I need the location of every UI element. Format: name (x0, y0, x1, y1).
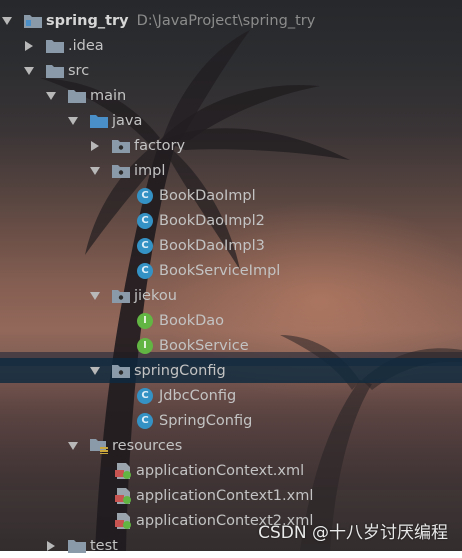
tree-row-class[interactable]: C SpringConfig (0, 408, 462, 433)
tree-row-class[interactable]: C BookDaoImpl2 (0, 208, 462, 233)
package-label: jiekou (134, 287, 177, 304)
package-label: factory (134, 137, 186, 154)
tree-row-impl[interactable]: impl (0, 158, 462, 183)
tree-row-interface[interactable]: I BookService (0, 333, 462, 358)
interface-icon: I (137, 337, 153, 354)
expanded-arrow-icon[interactable] (68, 441, 78, 451)
expanded-arrow-icon[interactable] (90, 291, 100, 301)
package-icon (112, 288, 130, 304)
class-icon: C (137, 412, 153, 429)
expanded-arrow-icon[interactable] (90, 366, 100, 376)
spring-xml-file-icon (114, 512, 132, 529)
package-label: springConfig (134, 362, 226, 379)
folder-label: resources (112, 437, 183, 454)
tree-row-java[interactable]: java (0, 108, 462, 133)
folder-icon (46, 63, 64, 79)
folder-label: .idea (68, 37, 104, 54)
file-label: applicationContext1.xml (136, 487, 314, 504)
tree-row-src[interactable]: src (0, 58, 462, 83)
spring-xml-file-icon (114, 462, 132, 479)
expanded-arrow-icon[interactable] (68, 116, 78, 126)
class-label: BookDaoImpl2 (159, 212, 265, 229)
folder-label: src (68, 62, 90, 79)
collapsed-arrow-icon[interactable] (24, 40, 34, 51)
interface-label: BookService (159, 337, 249, 354)
tree-row-jiekou[interactable]: jiekou (0, 283, 462, 308)
package-icon (112, 138, 130, 154)
class-icon: C (137, 387, 153, 404)
package-icon (112, 163, 130, 179)
interface-icon: I (137, 312, 153, 329)
package-label: impl (134, 162, 166, 179)
class-label: SpringConfig (159, 412, 253, 429)
expanded-arrow-icon[interactable] (90, 166, 100, 176)
class-label: BookDaoImpl3 (159, 237, 265, 254)
tree-row-interface[interactable]: I BookDao (0, 308, 462, 333)
tree-row-xml-file[interactable]: applicationContext1.xml (0, 483, 462, 508)
tree-row-project[interactable]: spring_try D:\JavaProject\spring_try (0, 8, 462, 33)
folder-label: main (90, 87, 127, 104)
class-icon: C (137, 262, 153, 279)
expanded-arrow-icon[interactable] (46, 91, 56, 101)
tree-row-class[interactable]: C JdbcConfig (0, 383, 462, 408)
class-icon: C (137, 237, 153, 254)
class-label: BookDaoImpl (159, 187, 256, 204)
expanded-arrow-icon[interactable] (24, 66, 34, 76)
collapsed-arrow-icon[interactable] (46, 540, 56, 551)
tree-row-springconfig[interactable]: springConfig (0, 358, 462, 383)
class-icon: C (137, 187, 153, 204)
project-path: D:\JavaProject\spring_try (136, 12, 316, 29)
file-label: applicationContext.xml (136, 462, 305, 479)
tree-row-idea[interactable]: .idea (0, 33, 462, 58)
project-folder-icon (24, 13, 42, 29)
tree-row-factory[interactable]: factory (0, 133, 462, 158)
tree-row-class[interactable]: C BookDaoImpl3 (0, 233, 462, 258)
class-label: BookServiceImpl (159, 262, 281, 279)
project-name: spring_try (46, 12, 129, 29)
class-label: JdbcConfig (159, 387, 237, 404)
folder-label: test (90, 537, 118, 554)
folder-label: java (112, 112, 143, 129)
collapsed-arrow-icon[interactable] (90, 140, 100, 151)
expanded-arrow-icon[interactable] (2, 16, 12, 26)
interface-label: BookDao (159, 312, 225, 329)
tree-row-resources[interactable]: resources (0, 433, 462, 458)
folder-icon (46, 38, 64, 54)
package-icon (112, 363, 130, 379)
tree-row-xml-file[interactable]: applicationContext.xml (0, 458, 462, 483)
folder-icon (68, 538, 86, 554)
csdn-watermark: CSDN @十八岁讨厌编程 (258, 523, 448, 543)
tree-row-main[interactable]: main (0, 83, 462, 108)
folder-icon (68, 88, 86, 104)
spring-xml-file-icon (114, 487, 132, 504)
source-root-folder-icon (90, 113, 108, 129)
tree-row-class[interactable]: C BookServiceImpl (0, 258, 462, 283)
resources-folder-icon (90, 438, 108, 454)
class-icon: C (137, 212, 153, 229)
tree-row-class[interactable]: C BookDaoImpl (0, 183, 462, 208)
